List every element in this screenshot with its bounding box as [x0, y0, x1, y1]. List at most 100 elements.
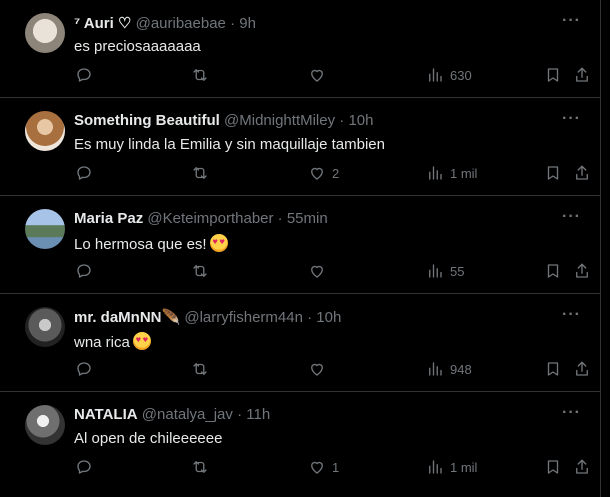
views-button[interactable]: 55: [426, 262, 464, 280]
tweet[interactable]: Something Beautiful @MidnighttMiley · 10…: [0, 98, 600, 196]
view-count: 55: [450, 263, 465, 279]
bookmark-button[interactable]: [544, 164, 562, 182]
retweet-button[interactable]: [191, 262, 215, 280]
bookmark-icon: [547, 362, 559, 376]
user-handle[interactable]: @Keteimporthaber: [147, 210, 273, 227]
bookmark-button[interactable]: [544, 262, 562, 280]
tweet[interactable]: NATALIA @natalya_jav · 11h ··· Al open d…: [0, 392, 600, 493]
avatar[interactable]: [25, 307, 65, 347]
bookmark-button[interactable]: [544, 66, 562, 84]
display-name[interactable]: Maria Paz: [74, 210, 143, 227]
bookmark-icon: [547, 166, 559, 180]
heart-icon: [311, 461, 323, 474]
share-icon: [576, 361, 588, 376]
like-count: 1: [332, 459, 340, 475]
views-button[interactable]: 630: [426, 66, 472, 84]
timestamp[interactable]: 11h: [246, 406, 270, 423]
like-count: 2: [332, 165, 340, 181]
reply-icon: [77, 362, 91, 376]
retweet-button[interactable]: [191, 458, 215, 476]
like-button[interactable]: [308, 66, 332, 84]
views-button[interactable]: 948: [426, 360, 472, 378]
views-button[interactable]: 1 mil: [426, 458, 477, 476]
user-handle[interactable]: @auribaebae: [136, 15, 226, 32]
avatar[interactable]: [25, 209, 65, 249]
more-icon[interactable]: ···: [562, 110, 581, 128]
separator-dot: ·: [230, 15, 236, 32]
display-name[interactable]: Something Beautiful: [74, 112, 220, 129]
reply-button[interactable]: [75, 66, 99, 84]
tweet-text: Es muy linda la Emilia y sin maquillaje …: [74, 136, 385, 153]
separator-dot: ·: [339, 112, 345, 129]
share-button[interactable]: [573, 262, 591, 280]
tweet-header: mr. daMnNN🪶 @larryfisherm44n · 10h: [74, 308, 341, 326]
action-bar: 630: [0, 66, 600, 88]
display-name[interactable]: NATALIA: [74, 406, 138, 423]
separator-dot: ·: [277, 210, 283, 227]
avatar[interactable]: [25, 405, 65, 445]
display-name[interactable]: mr. daMnNN🪶: [74, 309, 180, 326]
view-count: 948: [450, 361, 472, 377]
retweet-button[interactable]: [191, 360, 215, 378]
more-icon[interactable]: ···: [562, 208, 581, 226]
tweet[interactable]: mr. daMnNN🪶 @larryfisherm44n · 10h ··· w…: [0, 294, 600, 392]
heart-icon: [311, 69, 323, 82]
user-handle[interactable]: @larryfisherm44n: [184, 309, 303, 326]
reply-button[interactable]: [75, 458, 99, 476]
retweet-icon: [193, 265, 207, 277]
user-handle[interactable]: @natalya_jav: [142, 406, 233, 423]
like-button[interactable]: [308, 262, 332, 280]
more-icon[interactable]: ···: [562, 404, 581, 422]
retweet-button[interactable]: [191, 164, 215, 182]
tweet-text: wna rica: [74, 332, 151, 351]
retweet-icon: [193, 69, 207, 81]
views-icon: [429, 166, 442, 180]
heart-icon: [311, 265, 323, 278]
timestamp[interactable]: 10h: [348, 112, 373, 129]
tweet-text-content: Es muy linda la Emilia y sin maquillaje …: [74, 136, 385, 153]
heart-icon: [311, 363, 323, 376]
action-bar: 55: [0, 262, 600, 284]
separator-dot: ·: [307, 309, 313, 326]
views-button[interactable]: 1 mil: [426, 164, 477, 182]
display-name[interactable]: ⁷ Auri ♡: [74, 15, 131, 32]
share-icon: [576, 165, 588, 180]
views-icon: [429, 362, 442, 376]
reply-button[interactable]: [75, 164, 99, 182]
reply-button[interactable]: [75, 262, 99, 280]
user-handle[interactable]: @MidnighttMiley: [224, 112, 335, 129]
retweet-icon: [193, 167, 207, 179]
action-bar: 1 1 mil: [0, 458, 600, 480]
views-icon: [429, 264, 442, 278]
more-icon[interactable]: ···: [562, 306, 581, 324]
tweet-header: ⁷ Auri ♡ @auribaebae · 9h: [74, 14, 256, 32]
tweet-text-content: wna rica: [74, 334, 130, 351]
like-button[interactable]: 1: [308, 458, 339, 476]
view-count: 1 mil: [450, 459, 478, 475]
share-button[interactable]: [573, 164, 591, 182]
tweet[interactable]: ⁷ Auri ♡ @auribaebae · 9h ··· es precios…: [0, 0, 600, 98]
view-count: 1 mil: [450, 165, 478, 181]
tweet-text-content: Al open de chileeeeee: [74, 430, 223, 447]
share-button[interactable]: [573, 360, 591, 378]
timestamp[interactable]: 9h: [239, 15, 256, 32]
heart-eyes-emoji-icon: [132, 332, 151, 350]
action-bar: 2 1 mil: [0, 164, 600, 186]
retweet-button[interactable]: [191, 66, 215, 84]
timestamp[interactable]: 10h: [316, 309, 341, 326]
avatar[interactable]: [25, 13, 65, 53]
avatar[interactable]: [25, 111, 65, 151]
reply-icon: [77, 68, 91, 82]
reply-icon: [77, 166, 91, 180]
bookmark-button[interactable]: [544, 458, 562, 476]
like-button[interactable]: [308, 360, 332, 378]
reply-button[interactable]: [75, 360, 99, 378]
tweet[interactable]: Maria Paz @Keteimporthaber · 55min ··· L…: [0, 196, 600, 294]
bookmark-button[interactable]: [544, 360, 562, 378]
tweet-text-content: Lo hermosa que es!: [74, 236, 207, 253]
timestamp[interactable]: 55min: [287, 210, 328, 227]
share-button[interactable]: [573, 66, 591, 84]
like-button[interactable]: 2: [308, 164, 339, 182]
more-icon[interactable]: ···: [562, 12, 581, 30]
share-button[interactable]: [573, 458, 591, 476]
